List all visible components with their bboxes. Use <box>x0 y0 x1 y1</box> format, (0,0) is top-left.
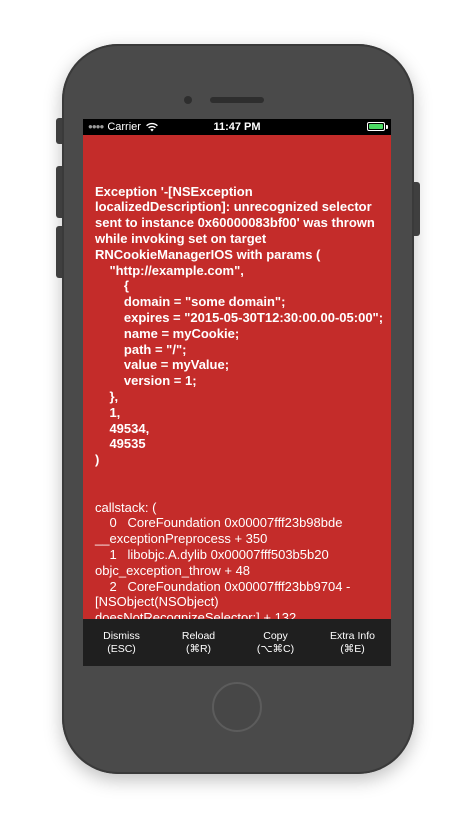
copy-button[interactable]: Copy (⌥⌘C) <box>237 619 314 666</box>
error-content[interactable]: Exception '-[NSException localizedDescri… <box>95 152 385 666</box>
extra-info-button[interactable]: Extra Info (⌘E) <box>314 619 391 666</box>
reload-button[interactable]: Reload (⌘R) <box>160 619 237 666</box>
mute-switch <box>56 118 62 144</box>
power-button <box>414 182 420 236</box>
battery-tip <box>386 125 388 129</box>
volume-down-button <box>56 226 62 278</box>
reload-shortcut: (⌘R) <box>185 642 212 655</box>
reload-label: Reload <box>181 629 216 642</box>
dismiss-label: Dismiss <box>103 629 140 642</box>
copy-shortcut: (⌥⌘C) <box>256 642 295 655</box>
extra-info-label: Extra Info <box>330 629 375 642</box>
battery-icon <box>367 122 385 131</box>
front-camera <box>184 96 192 104</box>
dismiss-button[interactable]: Dismiss (ESC) <box>83 619 160 666</box>
extra-info-shortcut: (⌘E) <box>340 642 365 655</box>
error-message: Exception '-[NSException localizedDescri… <box>95 183 384 468</box>
home-button[interactable] <box>212 682 262 732</box>
red-box-toolbar: Dismiss (ESC) Reload (⌘R) Copy (⌥⌘C) Ext… <box>83 619 391 666</box>
earpiece-speaker <box>210 97 264 103</box>
status-bar: ●●●● Carrier 11:47 PM <box>83 119 391 135</box>
status-bar-time: 11:47 PM <box>213 121 261 133</box>
volume-up-button <box>56 166 62 218</box>
battery-level <box>369 124 383 129</box>
copy-label: Copy <box>263 629 288 642</box>
dismiss-shortcut: (ESC) <box>107 642 136 655</box>
red-box-error-screen: ●●●● Carrier 11:47 PM Exception '-[NSExc… <box>83 119 391 666</box>
